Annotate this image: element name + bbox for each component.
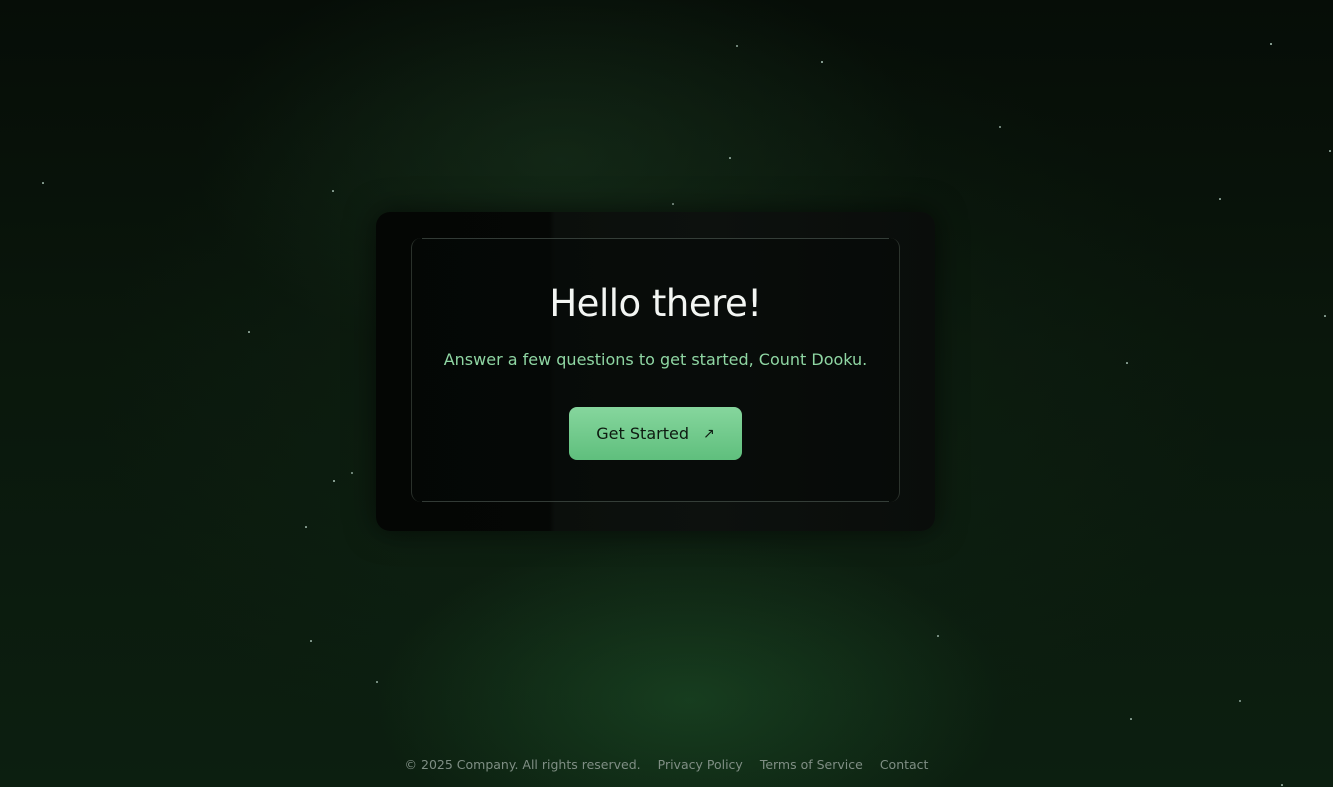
terms-of-service-link[interactable]: Terms of Service [760, 757, 863, 772]
get-started-button[interactable]: Get Started ↗ [569, 407, 742, 460]
star-dot [332, 190, 334, 192]
welcome-card: Hello there! Answer a few questions to g… [376, 212, 935, 531]
privacy-policy-link[interactable]: Privacy Policy [658, 757, 743, 772]
get-started-label: Get Started [596, 424, 689, 443]
footer: © 2025 Company. All rights reserved. Pri… [0, 757, 1333, 772]
star-dot [1281, 784, 1283, 786]
star-dot [937, 635, 939, 637]
star-dot [1219, 198, 1221, 200]
star-dot [42, 182, 44, 184]
star-dot [333, 480, 335, 482]
star-dot [1126, 362, 1128, 364]
copyright-text: © 2025 Company. All rights reserved. [404, 757, 641, 772]
card-title: Hello there! [549, 282, 762, 325]
star-dot [350, 471, 354, 475]
star-dot [1329, 150, 1331, 152]
star-dot [1324, 315, 1326, 317]
star-dot [736, 45, 738, 47]
star-dot [998, 125, 1002, 129]
star-dot [305, 526, 307, 528]
welcome-card-content: Hello there! Answer a few questions to g… [411, 238, 900, 502]
star-dot [1239, 700, 1241, 702]
star-dot [248, 331, 250, 333]
contact-link[interactable]: Contact [880, 757, 929, 772]
card-subtitle: Answer a few questions to get started, C… [443, 350, 868, 369]
arrow-up-right-icon: ↗ [702, 425, 715, 442]
star-dot [672, 203, 674, 205]
star-dot [1130, 718, 1132, 720]
star-dot [1270, 43, 1272, 45]
star-dot [376, 681, 378, 683]
landing-page: Hello there! Answer a few questions to g… [0, 0, 1333, 787]
star-dot [729, 157, 731, 159]
star-dot [821, 61, 823, 63]
star-dot [310, 640, 312, 642]
